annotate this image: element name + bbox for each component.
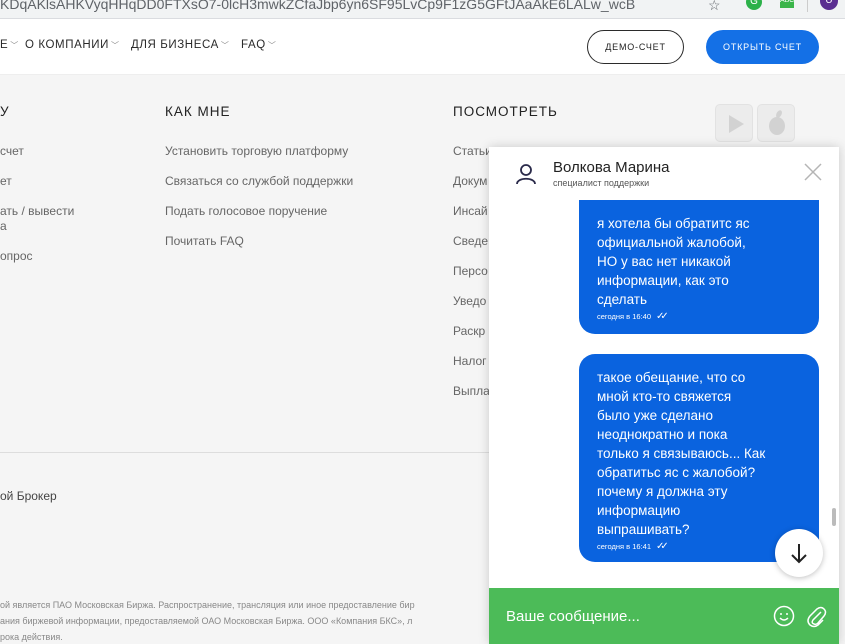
footer-col3-heading: ПОСМОТРЕТЬ xyxy=(453,104,558,119)
footer-link[interactable]: а xyxy=(0,219,7,233)
open-account-button[interactable]: ОТКРЫТЬ СЧЕТ xyxy=(706,30,819,64)
footer-link[interactable]: Выпла xyxy=(453,384,490,398)
footer-link[interactable]: Докум xyxy=(453,174,487,188)
nav-item-faq[interactable]: FAQ ﹀ xyxy=(241,39,276,51)
agent-role: специалист поддержки xyxy=(553,178,650,188)
message-composer xyxy=(489,588,839,644)
footer-link[interactable]: Налог xyxy=(453,354,487,368)
footer-link[interactable]: Уведо xyxy=(453,294,486,308)
chevron-down-icon: ﹀ xyxy=(267,41,277,50)
apple-store-icon[interactable] xyxy=(757,104,795,142)
message-time: сегодня в 16:40 xyxy=(597,312,651,321)
demo-account-button[interactable]: ДЕМО-СЧЕТ xyxy=(587,30,684,64)
footer-link[interactable]: опрос xyxy=(0,249,33,263)
close-icon[interactable] xyxy=(802,161,824,183)
broker-label: ой Брокер xyxy=(0,489,57,503)
chevron-down-icon: ﹀ xyxy=(111,41,120,50)
footer-link[interactable]: ет xyxy=(0,174,12,188)
footer-col2-heading: КАК МНЕ xyxy=(165,104,231,119)
message-meta: сегодня в 16:40 ✓✓ xyxy=(597,311,801,322)
google-play-icon[interactable] xyxy=(715,104,753,142)
message-meta: сегодня в 16:41 ✓✓ xyxy=(597,541,801,552)
footer-link[interactable]: счет xyxy=(0,144,24,158)
footer-link[interactable]: Персо xyxy=(453,264,488,278)
message-input[interactable] xyxy=(506,604,766,628)
toolbar-divider xyxy=(807,0,808,12)
footer-col1-heading: У xyxy=(0,104,10,119)
chevron-down-icon: ﹀ xyxy=(220,41,230,50)
message-time: сегодня в 16:41 xyxy=(597,542,651,551)
footer-link[interactable]: Подать голосовое поручение xyxy=(165,204,327,218)
legal-text-line: рока действия. xyxy=(0,632,63,642)
arrow-down-icon xyxy=(791,544,807,564)
read-checkmarks-icon: ✓✓ xyxy=(656,541,669,552)
support-chat-widget: Волкова Марина специалист поддержки я хо… xyxy=(489,147,839,644)
agent-name: Волкова Марина xyxy=(553,159,670,176)
grammarly-extension-icon[interactable]: G xyxy=(746,0,762,10)
scroll-to-bottom-button[interactable] xyxy=(775,529,823,577)
legal-text-line: ой является ПАО Московская Биржа. Распро… xyxy=(0,600,415,610)
chat-scrollbar[interactable] xyxy=(832,508,836,526)
legal-text-line: ания биржевой информации, предоставляемо… xyxy=(0,616,413,626)
footer-link[interactable]: Инсай xyxy=(453,204,488,218)
bookmark-star-icon[interactable]: ☆ xyxy=(708,0,721,14)
chevron-down-icon: ﹀ xyxy=(10,41,19,50)
footer-link[interactable]: Статьи xyxy=(453,144,492,158)
browser-address-bar[interactable]: KDqAKlsAHKVyqHHqDD0FTXsO7-0lcH3mwkZCfaJb… xyxy=(0,0,845,19)
profile-avatar[interactable]: U xyxy=(820,0,838,10)
message-text: такое обещание, что со мной кто-то свяже… xyxy=(597,370,766,537)
message-text: я хотела бы обратитс яс официальной жало… xyxy=(597,216,750,307)
green-extension-icon[interactable]: АВС xyxy=(780,0,794,8)
url-text[interactable]: KDqAKlsAHKVyqHHqDD0FTXsO7-0lcH3mwkZCfaJb… xyxy=(0,0,635,12)
nav-item-business[interactable]: ДЛЯ БИЗНЕСА ﹀ xyxy=(131,39,230,51)
footer-divider xyxy=(0,452,500,453)
footer-link[interactable]: Сведе xyxy=(453,234,488,248)
footer-link[interactable]: Раскр xyxy=(453,324,485,338)
chat-message: я хотела бы обратитс яс официальной жало… xyxy=(579,200,819,334)
nav-item-partial[interactable]: Е ﹀ xyxy=(0,39,19,51)
footer-link[interactable]: Связаться со службой поддержки xyxy=(165,174,353,188)
paperclip-icon[interactable] xyxy=(805,605,827,629)
nav-item-about[interactable]: О КОМПАНИИ ﹀ xyxy=(25,39,120,51)
read-checkmarks-icon: ✓✓ xyxy=(656,311,669,322)
site-header: Е ﹀ О КОМПАНИИ ﹀ ДЛЯ БИЗНЕСА ﹀ FAQ ﹀ ДЕМО-СЧ… xyxy=(0,19,845,75)
footer-link[interactable]: Почитать FAQ xyxy=(165,234,244,248)
emoji-icon[interactable] xyxy=(773,605,795,627)
user-icon xyxy=(516,164,536,185)
chat-header: Волкова Марина специалист поддержки xyxy=(489,147,839,201)
footer-link[interactable]: ать / вывести xyxy=(0,204,74,218)
footer-link[interactable]: Установить торговую платформу xyxy=(165,144,348,158)
